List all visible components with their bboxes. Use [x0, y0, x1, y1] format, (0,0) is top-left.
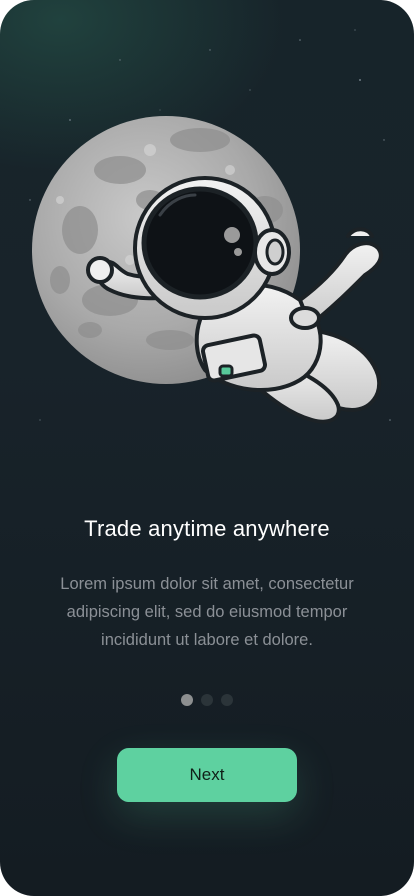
pagination-dot-1[interactable]: [181, 694, 193, 706]
pagination-dots: [0, 694, 414, 706]
pagination-dot-3[interactable]: [221, 694, 233, 706]
next-button[interactable]: Next: [117, 748, 297, 802]
astronaut-moon-icon: [32, 116, 383, 424]
onboarding-title: Trade anytime anywhere: [84, 516, 330, 541]
pagination-dot-2[interactable]: [201, 694, 213, 706]
onboarding-description: Lorem ipsum dolor sit amet, consectetur …: [60, 575, 354, 649]
onboarding-screen: Trade anytime anywhere Lorem ipsum dolor…: [0, 0, 414, 896]
